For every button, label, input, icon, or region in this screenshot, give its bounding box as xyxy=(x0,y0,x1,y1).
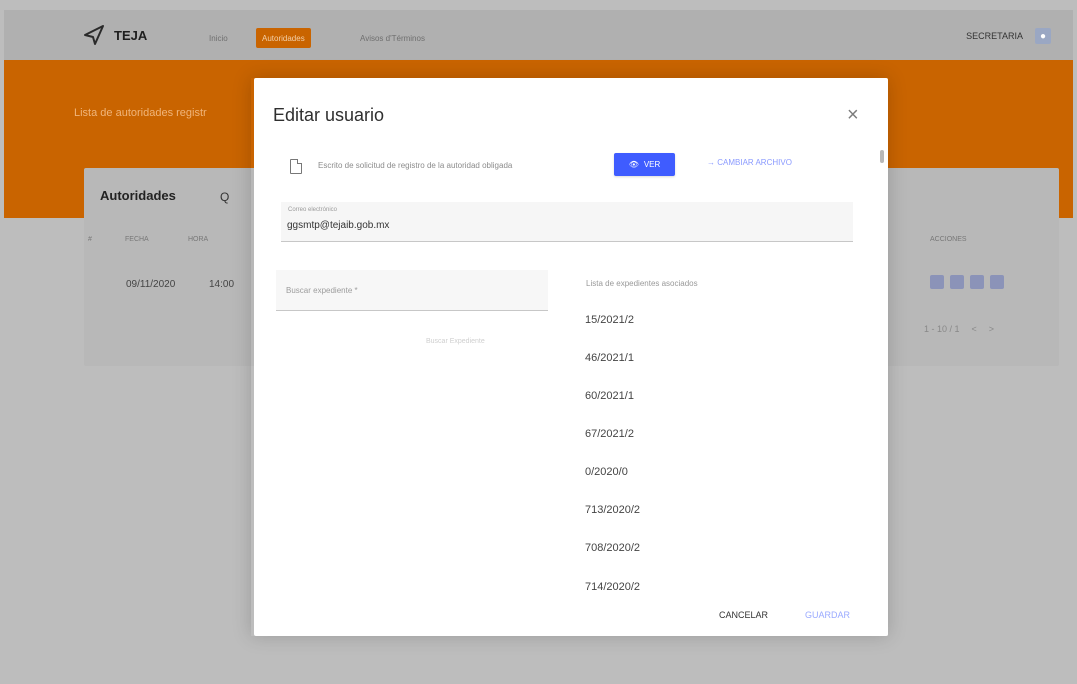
view-document-button[interactable]: 👁 VER xyxy=(614,153,675,176)
scrollbar-thumb[interactable] xyxy=(880,150,884,163)
case-search-placeholder: Buscar expediente * xyxy=(286,286,358,295)
case-search-input[interactable]: Buscar expediente * xyxy=(276,270,548,311)
document-description: Escrito de solicitud de registro de la a… xyxy=(318,161,513,170)
document-icon xyxy=(290,159,302,174)
paginator: 1 - 10 / 1 < > xyxy=(924,324,994,334)
arrow-icon: → xyxy=(707,158,718,167)
list-item[interactable]: 67/2021/2 xyxy=(585,428,634,440)
column-number: # xyxy=(88,236,92,243)
row-actions xyxy=(930,275,1004,289)
edit-icon[interactable] xyxy=(930,275,944,289)
eye-icon: 👁 xyxy=(628,160,639,169)
nav-item-avisos[interactable]: Avisos d'Términos xyxy=(354,28,431,48)
list-item[interactable]: 0/2020/0 xyxy=(585,466,628,478)
next-page-button[interactable]: > xyxy=(989,324,994,334)
nav-item-inicio[interactable]: Inicio xyxy=(203,28,234,48)
top-navigation-bar: TEJA Inicio Autoridades Avisos d'Término… xyxy=(4,10,1073,60)
nav-item-autoridades[interactable]: Autoridades xyxy=(256,28,311,48)
view-icon[interactable] xyxy=(950,275,964,289)
list-item[interactable]: 714/2020/2 xyxy=(585,581,640,593)
close-icon[interactable]: × xyxy=(847,104,859,127)
change-file-label: CAMBIAR ARCHIVO xyxy=(717,158,792,167)
banner-text: Lista de autoridades registr xyxy=(74,107,207,119)
case-search-hint: Buscar Expediente xyxy=(426,338,485,345)
column-date: FECHA xyxy=(125,236,149,243)
application-page: TEJA Inicio Autoridades Avisos d'Término… xyxy=(0,0,1077,684)
delete-icon[interactable] xyxy=(990,275,1004,289)
change-file-button[interactable]: → CAMBIAR ARCHIVO xyxy=(707,158,792,167)
row-time: 14:00 xyxy=(209,279,235,290)
save-button[interactable]: GUARDAR xyxy=(805,610,850,620)
list-item[interactable]: 713/2020/2 xyxy=(585,504,640,516)
user-menu[interactable]: SECRETARIA ● xyxy=(966,28,1051,44)
email-label: Correo electrónico xyxy=(288,207,338,213)
dialog-title: Editar usuario xyxy=(273,105,385,125)
column-time: HORA xyxy=(188,236,209,243)
paginator-range: 1 - 10 / 1 xyxy=(924,324,960,334)
associated-cases-title: Lista de expedientes asociados xyxy=(586,279,698,288)
card-title: Autoridades xyxy=(100,188,176,203)
settings-icon[interactable] xyxy=(970,275,984,289)
list-item[interactable]: 46/2021/1 xyxy=(585,352,634,364)
row-date: 09/11/2020 xyxy=(126,279,176,290)
user-icon: ● xyxy=(1035,28,1051,44)
list-item[interactable]: 15/2021/2 xyxy=(585,314,634,326)
column-actions: ACCIONES xyxy=(930,236,967,243)
list-item[interactable]: 60/2021/1 xyxy=(585,390,634,402)
paper-plane-icon xyxy=(84,25,104,45)
app-name: TEJA xyxy=(114,27,148,43)
previous-page-button[interactable]: < xyxy=(972,324,977,334)
search-icon[interactable]: Q xyxy=(220,190,229,204)
email-value: ggsmtp@tejaib.gob.mx xyxy=(287,220,390,231)
list-item[interactable]: 708/2020/2 xyxy=(585,542,640,554)
email-field[interactable]: Correo electrónico ggsmtp@tejaib.gob.mx xyxy=(281,202,853,242)
app-logo[interactable]: TEJA xyxy=(82,23,147,47)
cancel-button[interactable]: CANCELAR xyxy=(719,610,768,620)
user-role: SECRETARIA xyxy=(966,31,1023,41)
view-button-label: VER xyxy=(643,160,661,169)
